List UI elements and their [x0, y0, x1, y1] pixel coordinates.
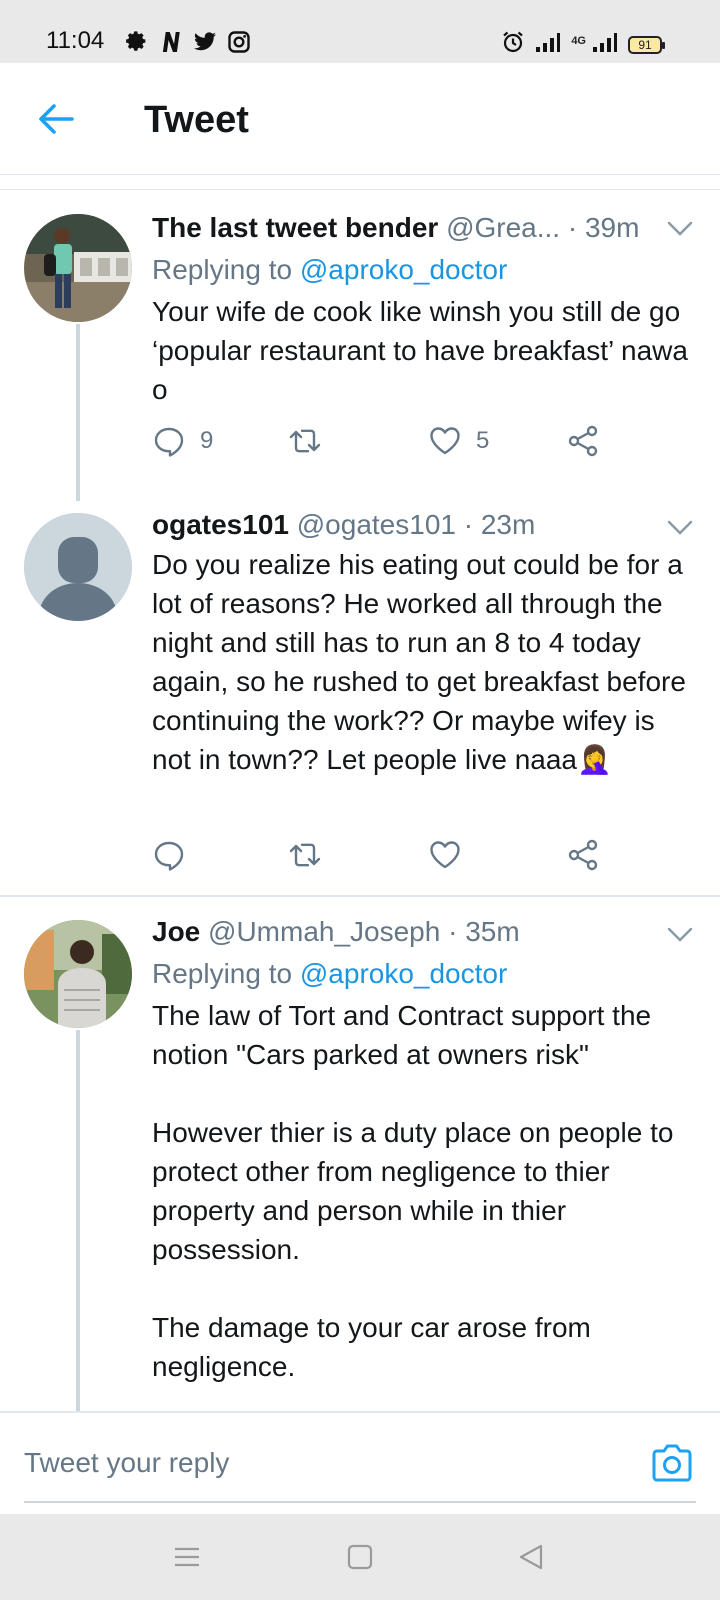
replying-to-label: Replying to: [152, 254, 293, 285]
avatar-default[interactable]: [24, 513, 132, 621]
reply-mention-link[interactable]: @aproko_doctor: [300, 958, 507, 989]
tweet-text: Do you realize his eating out could be f…: [152, 549, 694, 775]
reply-input-underline: [24, 1501, 696, 1503]
back-nav-button[interactable]: [516, 1542, 546, 1572]
tweet-menu-caret[interactable]: [666, 218, 694, 238]
retweet-icon: [289, 843, 321, 867]
status-time: 11:04: [46, 27, 105, 54]
menu-icon: [175, 1547, 199, 1567]
reply-composer: [0, 1411, 720, 1514]
reply-button[interactable]: [152, 835, 200, 875]
separator: ·: [463, 509, 474, 540]
tweet-header: The last tweet bender @Grea... · 39m: [152, 210, 696, 246]
home-nav-button[interactable]: [345, 1542, 375, 1572]
reply-icon: [154, 841, 184, 871]
avatar-photo: [24, 214, 132, 322]
separator: ·: [448, 916, 458, 947]
tweet-menu-caret[interactable]: [666, 924, 694, 944]
separator: ·: [567, 212, 578, 243]
thread-line: [76, 1030, 80, 1411]
triangle-back-icon: [519, 1544, 543, 1570]
gear-icon: [125, 30, 149, 59]
replying-to: Replying to @aproko_doctor: [152, 250, 696, 290]
avatar[interactable]: [24, 920, 132, 1028]
chevron-down-icon: [667, 927, 693, 942]
author-handle[interactable]: @ogates101: [297, 509, 456, 540]
network-type-label: 4G: [571, 34, 586, 47]
author-name[interactable]: ogates101: [152, 509, 289, 540]
reply-mention-link[interactable]: @aproko_doctor: [300, 254, 507, 285]
tweet-divider: [0, 895, 720, 897]
avatar[interactable]: [24, 214, 132, 322]
twitter-icon: [193, 30, 217, 59]
reply-icon: [154, 427, 184, 457]
tweet-item[interactable]: The last tweet bender @Grea... · 39m Rep…: [0, 210, 720, 501]
like-button[interactable]: [428, 835, 462, 875]
retweet-button[interactable]: [288, 835, 322, 875]
tweet-item[interactable]: ogates101 @ogates101 · 23m Do you realiz…: [0, 505, 720, 890]
page-title: Tweet: [144, 99, 249, 141]
instagram-icon: [227, 30, 251, 59]
tweet-header: Joe @Ummah_Joseph · 35m: [152, 914, 696, 950]
author-handle[interactable]: @Grea...: [446, 212, 560, 243]
retweet-button[interactable]: [288, 421, 322, 461]
author-name[interactable]: The last tweet bender: [152, 212, 438, 243]
tweet-body: The last tweet bender @Grea... · 39m Rep…: [152, 210, 696, 409]
reply-button[interactable]: 9: [152, 421, 213, 461]
thread-line: [76, 324, 80, 501]
replying-to: Replying to @aproko_doctor: [152, 954, 696, 994]
avatar-photo: [24, 920, 132, 1028]
battery-level: 91: [638, 37, 652, 52]
default-profile-icon: [24, 513, 132, 621]
share-button[interactable]: [566, 421, 600, 461]
heart-icon: [430, 427, 460, 455]
menu-nav-button[interactable]: [172, 1542, 202, 1572]
tweet-text: The law of Tort and Contract support the…: [152, 1000, 674, 1382]
share-icon: [568, 839, 598, 871]
chevron-down-icon: [667, 520, 693, 535]
status-left-icons: [125, 30, 251, 59]
back-button[interactable]: [36, 99, 76, 139]
tweet-time[interactable]: 39m: [585, 212, 639, 243]
alarm-icon: [501, 30, 525, 59]
camera-icon: [652, 1444, 692, 1482]
tweet-item[interactable]: Joe @Ummah_Joseph · 35m Replying to @apr…: [0, 912, 720, 1411]
like-count: 5: [476, 427, 490, 454]
tweet-header: ogates101 @ogates101 · 23m: [152, 507, 696, 543]
netflix-icon: [159, 30, 183, 59]
system-navigation-bar: [0, 1514, 720, 1600]
replying-to-label: Replying to: [152, 958, 293, 989]
signal-4g-icon: [592, 31, 618, 58]
tweet-body: Joe @Ummah_Joseph · 35m Replying to @apr…: [152, 914, 696, 1386]
tweet-actions: 9 5: [152, 421, 672, 461]
back-arrow-icon: [39, 104, 74, 134]
share-button[interactable]: [566, 835, 600, 875]
divider: [0, 189, 720, 190]
tweet-body: ogates101 @ogates101 · 23m Do you realiz…: [152, 507, 696, 779]
tweet-time[interactable]: 35m: [465, 916, 519, 947]
reply-count: 9: [200, 427, 214, 454]
tweet-text: Your wife de cook like winsh you still d…: [152, 296, 696, 405]
square-home-icon: [347, 1544, 373, 1570]
battery-icon: 91: [628, 35, 665, 54]
signal-icon: [535, 31, 561, 58]
tweet-time[interactable]: 23m: [481, 509, 535, 540]
camera-button[interactable]: [650, 1443, 694, 1483]
like-button[interactable]: 5: [428, 421, 489, 461]
tweet-menu-caret[interactable]: [666, 517, 694, 537]
author-handle[interactable]: @Ummah_Joseph: [208, 916, 440, 947]
reply-input[interactable]: [24, 1441, 584, 1485]
retweet-icon: [289, 429, 321, 453]
heart-icon: [430, 841, 460, 869]
share-icon: [568, 425, 598, 457]
chevron-down-icon: [667, 221, 693, 236]
app-header: Tweet: [0, 63, 720, 175]
status-right-icons: 4G 91: [501, 30, 665, 59]
status-bar: 11:04 4G 91: [0, 0, 720, 63]
tweet-actions: [152, 835, 672, 875]
author-name[interactable]: Joe: [152, 916, 200, 947]
